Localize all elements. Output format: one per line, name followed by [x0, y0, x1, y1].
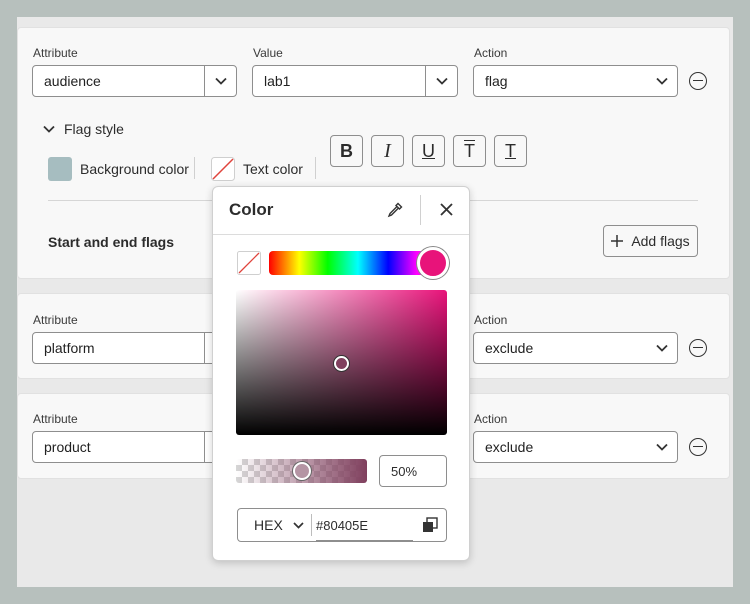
action-label: Action: [474, 313, 508, 327]
plus-icon: [611, 235, 624, 247]
format-picker[interactable]: HEX: [238, 509, 310, 541]
hex-input[interactable]: #80405E: [316, 518, 368, 533]
color-value-field[interactable]: HEX #80405E: [237, 508, 447, 542]
overline-button[interactable]: T: [453, 135, 486, 167]
opacity-value[interactable]: 50%: [391, 464, 417, 479]
underline-icon: U: [422, 140, 435, 161]
underline-button[interactable]: U: [412, 135, 445, 167]
italic-icon: I: [384, 139, 391, 162]
text-color-label[interactable]: Text color: [243, 161, 303, 177]
value-combobox[interactable]: lab1: [252, 65, 458, 97]
action-select[interactable]: exclude: [473, 431, 678, 463]
add-flags-button[interactable]: Add flags: [603, 225, 698, 257]
field-divider: [311, 514, 312, 536]
color-popover: Color 50% HEX #80405E: [212, 186, 470, 561]
attribute-label: Attribute: [33, 313, 78, 327]
chevron-down-icon: [435, 77, 448, 85]
attribute-combobox[interactable]: product: [32, 431, 237, 463]
chevron: [647, 432, 677, 462]
format-value[interactable]: HEX: [254, 517, 283, 533]
chevron: [647, 333, 677, 363]
color-area-handle[interactable]: [334, 356, 349, 371]
attribute-combobox[interactable]: platform: [32, 332, 237, 364]
no-color-swatch-icon[interactable]: [211, 157, 235, 181]
bold-icon: B: [340, 140, 353, 161]
chevron-down-icon: [656, 77, 668, 85]
attribute-combobox[interactable]: audience: [32, 65, 237, 97]
overline-icon: T: [464, 140, 475, 161]
attribute-label: Attribute: [33, 412, 78, 426]
remove-rule-button[interactable]: [689, 339, 707, 357]
opacity-slider-handle[interactable]: [293, 462, 311, 480]
value-label: Value: [253, 46, 283, 60]
hex-underline: [316, 540, 413, 541]
action-select[interactable]: exclude: [473, 332, 678, 364]
attribute-label: Attribute: [33, 46, 78, 60]
value-value[interactable]: lab1: [253, 73, 425, 89]
bold-button[interactable]: B: [330, 135, 363, 167]
chevron-down-icon: [656, 443, 668, 451]
eyedropper-icon[interactable]: [386, 201, 404, 219]
attribute-dropdown-button[interactable]: [204, 66, 236, 96]
start-end-flags-heading: Start and end flags: [48, 234, 175, 250]
header-rule: [213, 234, 469, 235]
attribute-value[interactable]: platform: [33, 340, 204, 356]
divider: [315, 157, 316, 179]
opacity-input[interactable]: 50%: [379, 455, 447, 487]
chevron-down-icon: [293, 521, 304, 529]
no-color-swatch-icon[interactable]: [237, 251, 261, 275]
background-color-swatch[interactable]: [48, 157, 72, 181]
action-value: exclude: [485, 340, 534, 356]
copy-icon[interactable]: [422, 517, 438, 533]
flag-style-heading[interactable]: Flag style: [64, 121, 124, 137]
chevron-down-icon: [214, 77, 227, 85]
divider: [194, 157, 195, 179]
attribute-value[interactable]: product: [33, 439, 204, 455]
color-popover-title: Color: [229, 200, 274, 219]
action-label: Action: [474, 412, 508, 426]
chevron-down-icon: [656, 344, 668, 352]
header-divider: [420, 195, 421, 225]
italic-button[interactable]: I: [371, 135, 404, 167]
attribute-value[interactable]: audience: [33, 73, 204, 89]
remove-rule-button[interactable]: [689, 438, 707, 456]
action-value: exclude: [485, 439, 534, 455]
action-select[interactable]: flag: [473, 65, 678, 97]
action-value: flag: [485, 73, 508, 89]
strikethrough-button[interactable]: T: [494, 135, 527, 167]
strikethrough-icon: T: [505, 140, 516, 161]
background-color-label[interactable]: Background color: [80, 161, 189, 177]
chevron-down-icon[interactable]: [43, 125, 55, 133]
chevron: [647, 66, 677, 96]
hue-slider-handle[interactable]: [417, 247, 449, 279]
remove-rule-button[interactable]: [689, 72, 707, 90]
add-flags-label: Add flags: [631, 233, 690, 249]
action-label: Action: [474, 46, 508, 60]
close-icon[interactable]: [440, 203, 453, 216]
value-dropdown-button[interactable]: [425, 66, 457, 96]
